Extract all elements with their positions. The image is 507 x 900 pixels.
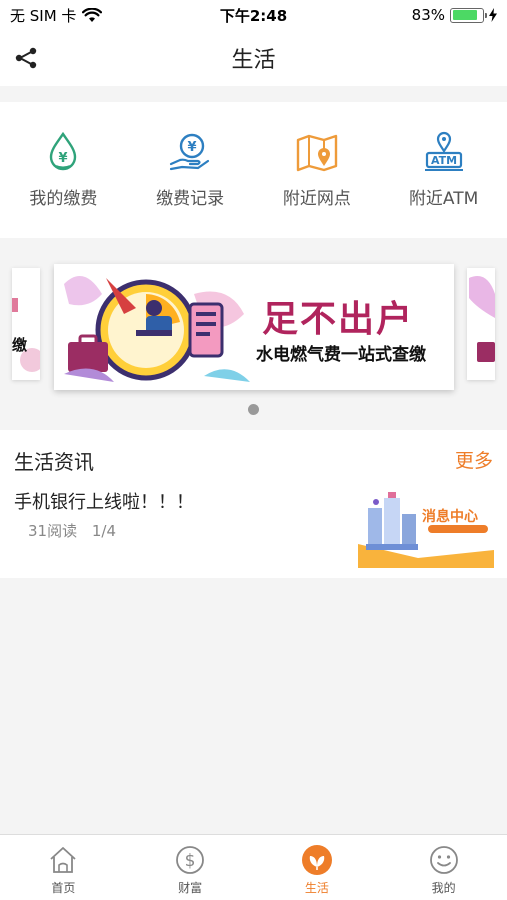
quick-label: 附近ATM: [408, 189, 479, 209]
tab-life[interactable]: 生活: [254, 835, 381, 900]
svg-text:$: $: [185, 851, 196, 871]
tab-label: 财富: [178, 881, 203, 895]
section-title: 生活资讯: [14, 450, 94, 474]
status-bar: 无 SIM 卡 下午2:48 83%: [0, 0, 507, 30]
svg-text:¥: ¥: [59, 151, 68, 166]
quick-item-my-payments[interactable]: ¥ 我的缴费: [0, 102, 127, 238]
dollar-circle-icon: $: [174, 844, 206, 876]
battery-fill: [452, 10, 477, 20]
carousel-indicator-dot: [248, 404, 259, 415]
share-icon: [15, 47, 37, 69]
svg-text:ATM: ATM: [431, 154, 457, 167]
banner-carousel[interactable]: 缴 足不出户 水电燃气费一站式查缴: [0, 238, 507, 430]
hand-yen-icon: ¥: [168, 130, 212, 174]
water-drop-yen-icon: ¥: [41, 130, 85, 174]
more-link[interactable]: 更多: [455, 446, 493, 473]
home-icon: [47, 844, 79, 876]
quick-label: 我的缴费: [29, 189, 98, 209]
quick-label: 缴费记录: [156, 189, 225, 209]
status-right: 83%: [412, 6, 497, 24]
quick-item-nearby-atm[interactable]: ATM 附近ATM: [380, 102, 507, 238]
quick-item-payment-records[interactable]: ¥ 缴费记录: [127, 102, 254, 238]
smile-face-icon: [428, 844, 460, 876]
banner-subtitle: 水电燃气费一站式查缴: [256, 345, 426, 365]
tab-label: 生活: [304, 881, 329, 895]
banner-prev-slide[interactable]: 缴: [12, 268, 40, 380]
leaf-icon: [301, 844, 333, 876]
wifi-icon: [82, 7, 103, 22]
svg-text:¥: ¥: [188, 140, 197, 155]
news-item[interactable]: 手机银行上线啦！！！ 31阅读 1/4 消息中心: [0, 480, 507, 575]
banner-prev-text: 缴: [12, 336, 28, 354]
quick-item-nearby-branches[interactable]: 附近网点: [254, 102, 381, 238]
news-meta: 31阅读 1/4: [28, 520, 126, 541]
status-left: 无 SIM 卡: [10, 5, 103, 26]
atm-pin-icon: ATM: [422, 130, 466, 174]
quick-label: 附近网点: [282, 189, 351, 209]
news-page-indicator: 1/4: [91, 522, 117, 540]
bottom-tab-bar: 首页 $ 财富 生活 我的: [0, 834, 507, 900]
battery-icon: [450, 7, 487, 23]
life-news-section: 生活资讯 更多 手机银行上线啦！！！ 31阅读 1/4 消息中心: [0, 430, 507, 578]
banner-main-slide[interactable]: 足不出户 水电燃气费一站式查缴: [54, 264, 454, 390]
tab-label: 我的: [431, 881, 456, 895]
news-thumb-strip: [428, 525, 488, 533]
banner-next-slide[interactable]: [467, 268, 495, 380]
banner-next-art: [469, 276, 495, 362]
carrier-text: 无 SIM 卡: [10, 6, 77, 25]
page-title: 生活: [231, 48, 276, 73]
news-thumbnail: 消息中心: [358, 488, 494, 568]
tab-mine[interactable]: 我的: [380, 835, 507, 900]
share-button[interactable]: [12, 44, 40, 72]
battery-percent: 83%: [411, 6, 445, 24]
news-headline: 手机银行上线啦！！！: [14, 492, 194, 513]
tab-label: 首页: [51, 881, 76, 895]
charging-bolt-icon: [489, 8, 497, 22]
nav-bar: 生活: [0, 30, 507, 86]
tab-home[interactable]: 首页: [0, 835, 127, 900]
tab-wealth[interactable]: $ 财富: [127, 835, 254, 900]
news-thumb-text: 消息中心: [422, 509, 478, 525]
banner-prev-art: [12, 298, 40, 372]
map-pin-icon: [295, 130, 339, 174]
quick-services-panel: ¥ 我的缴费 ¥ 缴费记录 附近网点 ATM 附近ATM: [0, 102, 507, 238]
banner-headline: 足不出户: [262, 299, 415, 340]
news-read-count: 31阅读: [28, 522, 78, 540]
banner-illustration: [64, 276, 250, 382]
